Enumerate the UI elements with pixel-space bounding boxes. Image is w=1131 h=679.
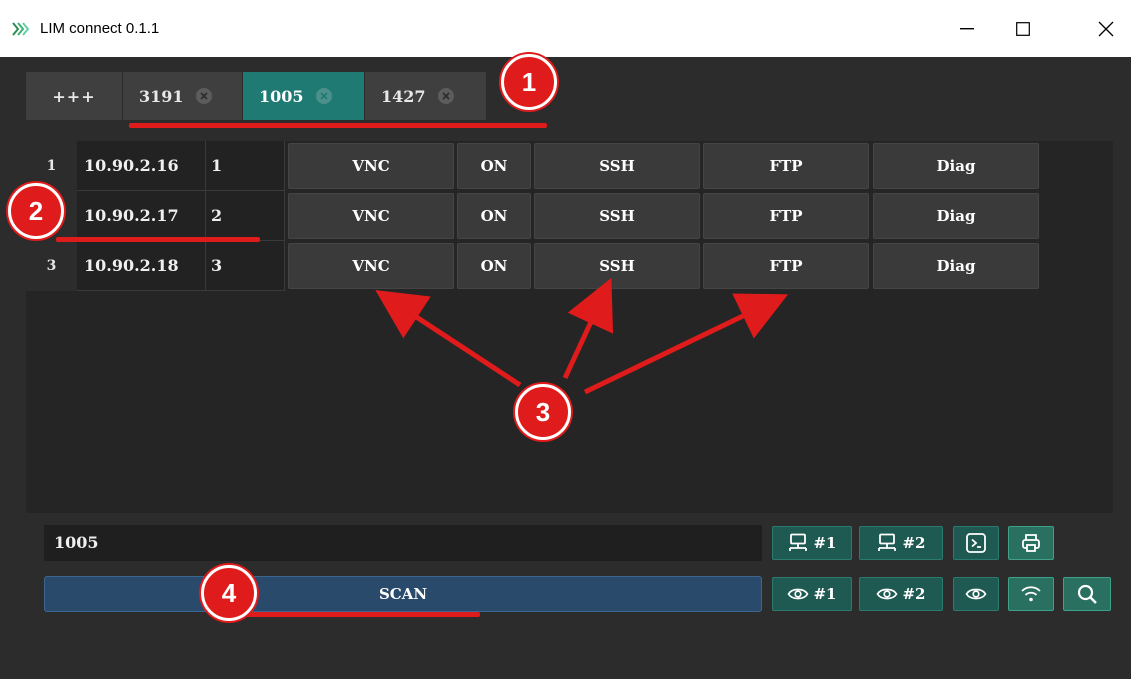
tab-3191[interactable]: 3191 (123, 72, 243, 120)
tool-label: #1 (813, 585, 837, 603)
terminal-button[interactable] (953, 526, 999, 560)
tab-label: 1005 (259, 86, 304, 106)
app-logo-icon (12, 22, 30, 36)
window-title: LIM connect 0.1.1 (40, 20, 160, 37)
tab-1427[interactable]: 1427 (365, 72, 487, 120)
tab-bar: +++ 3191 1005 1427 (26, 72, 487, 120)
vnc-button[interactable]: VNC (288, 193, 454, 239)
row-number: 2 (46, 208, 57, 224)
view-1-button[interactable]: #1 (772, 577, 852, 611)
printer-icon (1022, 534, 1040, 552)
device-number[interactable]: 3 (206, 241, 285, 291)
row-number: 3 (46, 258, 57, 274)
ssh-button[interactable]: SSH (534, 143, 700, 189)
tab-close-icon[interactable] (437, 88, 454, 104)
maximize-icon (1016, 22, 1030, 36)
eye-icon (876, 588, 898, 600)
maximize-button[interactable] (1000, 10, 1046, 48)
close-icon (1098, 21, 1114, 37)
device-ip[interactable]: 10.90.2.18 (77, 241, 206, 291)
network-1-button[interactable]: #1 (772, 526, 852, 560)
tool-label: #1 (813, 534, 837, 552)
device-table: 1 10.90.2.16 1 VNC ON SSH FTP Diag 2 10.… (26, 141, 1113, 513)
search-button[interactable] (1063, 577, 1111, 611)
terminal-icon (966, 533, 986, 553)
device-input[interactable]: 1005 (44, 525, 762, 561)
minimize-icon (960, 28, 974, 30)
diag-button[interactable]: Diag (873, 243, 1039, 289)
title-bar: LIM connect 0.1.1 (0, 0, 1131, 57)
tab-label: 3191 (139, 86, 184, 106)
eye-icon (787, 588, 809, 600)
view-2-button[interactable]: #2 (859, 577, 943, 611)
eye-icon (965, 588, 987, 600)
wifi-button[interactable] (1008, 577, 1054, 611)
on-button[interactable]: ON (457, 193, 531, 239)
tool-label: #2 (902, 534, 926, 552)
device-ip[interactable]: 10.90.2.17 (77, 191, 206, 241)
device-number[interactable]: 2 (206, 191, 285, 241)
ftp-button[interactable]: FTP (703, 193, 869, 239)
tab-add-label: +++ (52, 86, 96, 106)
tab-add[interactable]: +++ (26, 72, 123, 120)
network-icon (878, 533, 897, 551)
device-ip[interactable]: 10.90.2.16 (77, 141, 206, 191)
device-number[interactable]: 1 (206, 141, 285, 191)
on-button[interactable]: ON (457, 243, 531, 289)
vnc-button[interactable]: VNC (288, 143, 454, 189)
network-icon (789, 533, 808, 551)
diag-button[interactable]: Diag (873, 143, 1039, 189)
ssh-button[interactable]: SSH (534, 243, 700, 289)
diag-button[interactable]: Diag (873, 193, 1039, 239)
row-number: 1 (46, 158, 57, 174)
tool-label: #2 (902, 585, 926, 603)
wifi-icon (1021, 586, 1041, 602)
ssh-button[interactable]: SSH (534, 193, 700, 239)
tab-label: 1427 (381, 86, 426, 106)
tab-close-icon[interactable] (315, 88, 332, 104)
tab-1005[interactable]: 1005 (243, 72, 365, 120)
app-window: +++ 3191 1005 1427 1 10.90.2.16 1 VNC ON… (0, 57, 1131, 679)
scan-button[interactable]: SCAN (44, 576, 762, 612)
close-button[interactable] (1083, 10, 1129, 48)
ftp-button[interactable]: FTP (703, 143, 869, 189)
vnc-button[interactable]: VNC (288, 243, 454, 289)
print-button[interactable] (1008, 526, 1054, 560)
on-button[interactable]: ON (457, 143, 531, 189)
view-button[interactable] (953, 577, 999, 611)
network-2-button[interactable]: #2 (859, 526, 943, 560)
ftp-button[interactable]: FTP (703, 243, 869, 289)
minimize-button[interactable] (944, 10, 990, 48)
tab-close-icon[interactable] (195, 88, 212, 104)
search-icon (1077, 584, 1097, 604)
